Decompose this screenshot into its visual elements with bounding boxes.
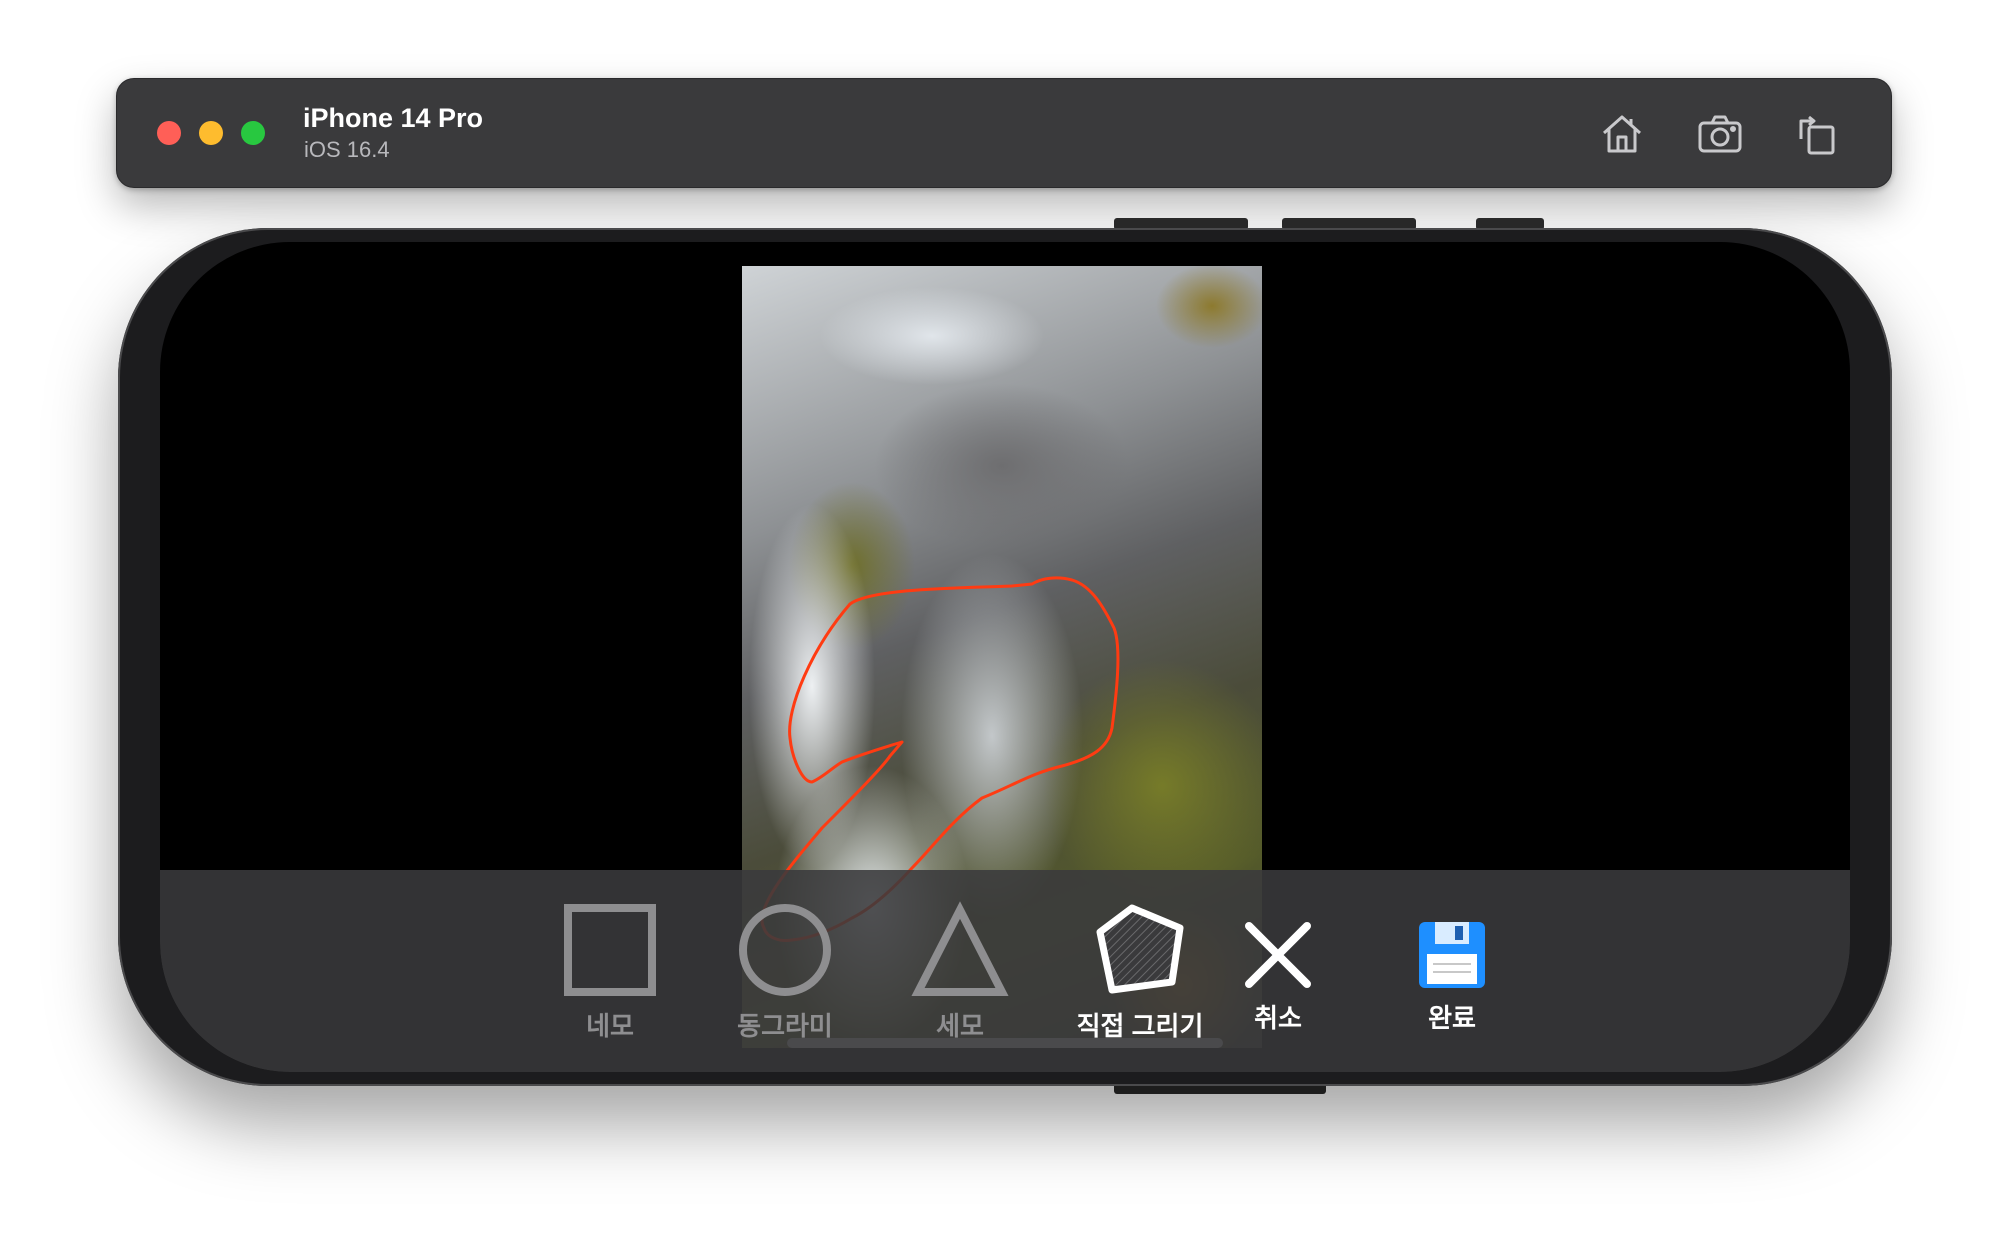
home-indicator[interactable] <box>787 1038 1223 1048</box>
cancel-button-label: 취소 <box>1254 1003 1302 1033</box>
shape-toolbar: 네모 동그라미 세모 직접 그리기 취소 완료 <box>160 870 1850 1072</box>
triangle-icon <box>910 900 1010 1000</box>
rotate-icon[interactable] <box>1791 109 1841 159</box>
tool-rectangle-label: 네모 <box>586 1011 634 1041</box>
close-icon <box>1241 918 1315 992</box>
simulator-titlebar: iPhone 14 Pro iOS 16.4 <box>116 78 1892 188</box>
tool-triangle[interactable]: 세모 <box>880 900 1040 1043</box>
phone-screen: 네모 동그라미 세모 직접 그리기 취소 완료 <box>160 242 1850 1072</box>
freeform-polygon-icon <box>1090 900 1190 1000</box>
circle-icon <box>735 900 835 1000</box>
rectangle-icon <box>560 900 660 1000</box>
device-name: iPhone 14 Pro <box>303 103 484 133</box>
tool-rectangle[interactable]: 네모 <box>530 900 690 1043</box>
cancel-button[interactable]: 취소 <box>1218 918 1338 1035</box>
screenshot-icon[interactable] <box>1695 109 1745 159</box>
iphone-frame: 네모 동그라미 세모 직접 그리기 취소 완료 <box>118 228 1892 1086</box>
close-window-button[interactable] <box>157 121 181 145</box>
zoom-window-button[interactable] <box>241 121 265 145</box>
tool-circle[interactable]: 동그라미 <box>695 900 875 1043</box>
home-icon[interactable] <box>1597 109 1647 159</box>
done-button[interactable]: 완료 <box>1392 918 1512 1035</box>
floppy-disk-icon <box>1415 918 1489 992</box>
os-version: iOS 16.4 <box>304 137 390 162</box>
tool-freeform[interactable]: 직접 그리기 <box>1040 900 1240 1043</box>
minimize-window-button[interactable] <box>199 121 223 145</box>
done-button-label: 완료 <box>1428 1003 1476 1033</box>
